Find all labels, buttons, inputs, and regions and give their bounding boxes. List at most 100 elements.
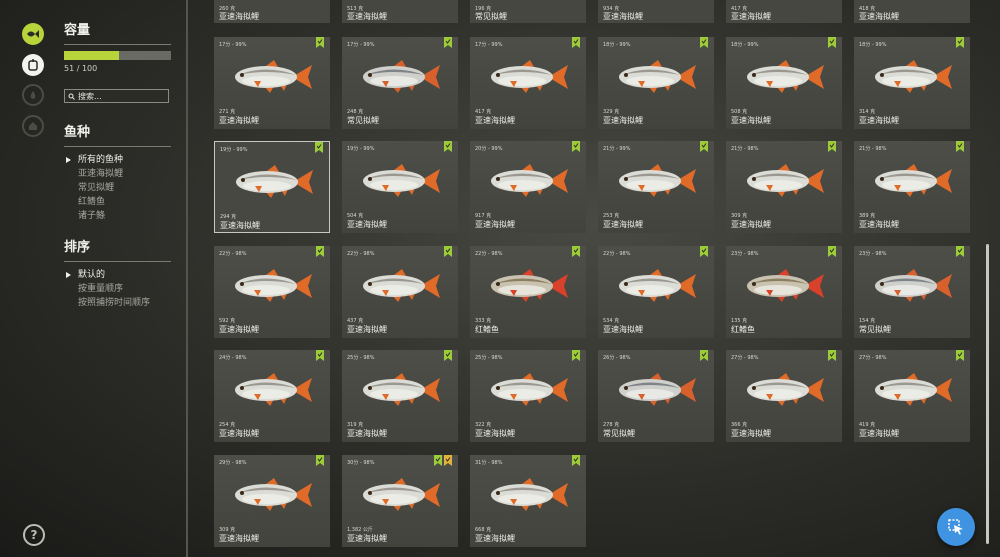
catch-card[interactable]: 30分 - 98% 1,382 公斤 亚速海拟鲤	[342, 455, 458, 547]
fish-image	[747, 164, 824, 197]
catch-card[interactable]: 17分 - 99% 417 克亚速海拟鲤	[470, 37, 586, 129]
fish-image	[491, 373, 568, 406]
catch-species: 亚速海拟鲤	[347, 534, 387, 543]
catch-card[interactable]: 19分 - 99% 504 克亚速海拟鲤	[342, 141, 458, 233]
card-badges	[444, 37, 452, 48]
catch-card[interactable]: 27分 - 98% 366 克亚速海拟鲤	[726, 350, 842, 442]
fish-image	[747, 269, 824, 302]
catch-weight: 319 克	[347, 422, 364, 428]
catch-card[interactable]: 418 克亚速海拟鲤	[854, 0, 970, 23]
bookmark-icon	[444, 141, 452, 152]
catch-weight: 333 克	[475, 318, 492, 324]
bookmark-icon	[828, 37, 836, 48]
catch-time: 23分 - 98%	[859, 251, 887, 257]
catch-weight: 592 克	[219, 318, 236, 324]
fish-image	[236, 165, 313, 198]
catch-card[interactable]: 24分 - 98% 254 克亚速海拟鲤	[214, 350, 330, 442]
catch-card[interactable]: 25分 - 98% 322 克亚速海拟鲤	[470, 350, 586, 442]
catch-card[interactable]: 934 克亚速海拟鲤	[598, 0, 714, 23]
catch-time: 22分 - 98%	[603, 251, 631, 257]
bookmark-icon	[444, 246, 452, 257]
catch-weight: 389 克	[859, 213, 876, 219]
bookmark-icon	[444, 37, 452, 48]
catch-card[interactable]: 417 克亚速海拟鲤	[726, 0, 842, 23]
scrollbar[interactable]	[986, 244, 989, 544]
bookmark-icon	[315, 142, 323, 153]
bookmark-icon	[572, 246, 580, 257]
card-badges	[700, 141, 708, 152]
catch-time: 21分 - 98%	[731, 146, 759, 152]
fish-image	[491, 478, 568, 511]
catch-species: 亚速海拟鲤	[475, 220, 515, 229]
catch-weight: 248 克	[347, 109, 364, 115]
catch-card[interactable]: 23分 - 98% 154 克常见拟鲤	[854, 246, 970, 338]
catch-card[interactable]: 29分 - 98% 309 克亚速海拟鲤	[214, 455, 330, 547]
catch-card[interactable]: 260 克亚速海拟鲤	[214, 0, 330, 23]
bookmark-icon	[956, 246, 964, 257]
catch-time: 26分 - 98%	[603, 355, 631, 361]
catch-weight: 309 克	[219, 527, 236, 533]
fish-image	[619, 164, 696, 197]
catch-weight: 419 克	[859, 422, 876, 428]
catch-card[interactable]: 196 克常见拟鲤	[470, 0, 586, 23]
catch-time: 27分 - 98%	[859, 355, 887, 361]
catch-card[interactable]: 22分 - 98% 592 克亚速海拟鲤	[214, 246, 330, 338]
catch-species: 常见拟鲤	[603, 429, 635, 438]
catch-species: 亚速海拟鲤	[347, 429, 387, 438]
catch-card[interactable]: 22分 - 98% 437 克亚速海拟鲤	[342, 246, 458, 338]
catch-species: 亚速海拟鲤	[859, 12, 899, 21]
bookmark-icon	[956, 37, 964, 48]
catch-weight: 668 克	[475, 527, 492, 533]
catch-card[interactable]: 18分 - 99% 314 克亚速海拟鲤	[854, 37, 970, 129]
catch-card[interactable]: 19分 - 99% 294 克亚速海拟鲤	[214, 141, 330, 233]
catch-species: 亚速海拟鲤	[859, 220, 899, 229]
catch-card[interactable]: 18分 - 99% 329 克亚速海拟鲤	[598, 37, 714, 129]
catch-species: 亚速海拟鲤	[731, 220, 771, 229]
catch-card[interactable]: 17分 - 99% 271 克亚速海拟鲤	[214, 37, 330, 129]
catch-grid: 260 克亚速海拟鲤 513 克亚速海拟鲤 196 克常见拟鲤 934 克亚速海拟鲤 4…	[0, 0, 1000, 557]
card-badges	[956, 246, 964, 257]
card-badges	[956, 141, 964, 152]
fish-image	[875, 164, 952, 197]
catch-card[interactable]: 23分 - 98% 135 克红鳍鱼	[726, 246, 842, 338]
bookmark-icon	[572, 37, 580, 48]
bookmark-icon	[572, 141, 580, 152]
fish-image	[363, 478, 440, 511]
card-badges	[444, 141, 452, 152]
card-badges	[572, 246, 580, 257]
card-badges	[700, 37, 708, 48]
catch-card[interactable]: 20分 - 99% 917 克亚速海拟鲤	[470, 141, 586, 233]
catch-species: 亚速海拟鲤	[219, 429, 259, 438]
catch-weight: 417 克	[475, 109, 492, 115]
catch-time: 21分 - 98%	[859, 146, 887, 152]
catch-card[interactable]: 21分 - 98% 389 克亚速海拟鲤	[854, 141, 970, 233]
card-badges	[700, 246, 708, 257]
catch-card[interactable]: 17分 - 99% 248 克常见拟鲤	[342, 37, 458, 129]
catch-species: 亚速海拟鲤	[475, 116, 515, 125]
catch-card[interactable]: 25分 - 98% 319 克亚速海拟鲤	[342, 350, 458, 442]
catch-species: 亚速海拟鲤	[219, 534, 259, 543]
catch-card[interactable]: 22分 - 98% 534 克亚速海拟鲤	[598, 246, 714, 338]
bookmark-icon	[700, 350, 708, 361]
bookmark-icon	[828, 141, 836, 152]
catch-weight: 253 克	[603, 213, 620, 219]
catch-card[interactable]: 27分 - 98% 419 克亚速海拟鲤	[854, 350, 970, 442]
catch-card[interactable]: 513 克亚速海拟鲤	[342, 0, 458, 23]
card-badges	[316, 455, 324, 466]
catch-card[interactable]: 21分 - 98% 309 克亚速海拟鲤	[726, 141, 842, 233]
catch-time: 19分 - 99%	[347, 146, 375, 152]
catch-species: 常见拟鲤	[475, 12, 507, 21]
fish-image	[875, 60, 952, 93]
fish-image	[747, 60, 824, 93]
catch-card[interactable]: 21分 - 99% 253 克亚速海拟鲤	[598, 141, 714, 233]
trophy-bookmark-icon	[444, 455, 452, 466]
card-badges	[956, 350, 964, 361]
fish-image	[235, 60, 312, 93]
catch-card[interactable]: 26分 - 98% 278 克常见拟鲤	[598, 350, 714, 442]
fish-image	[363, 60, 440, 93]
cursor-mode-button[interactable]	[937, 508, 975, 546]
catch-card[interactable]: 22分 - 98% 333 克红鳍鱼	[470, 246, 586, 338]
catch-card[interactable]: 31分 - 98% 668 克亚速海拟鲤	[470, 455, 586, 547]
catch-card[interactable]: 18分 - 99% 508 克亚速海拟鲤	[726, 37, 842, 129]
catch-species: 亚速海拟鲤	[603, 220, 643, 229]
